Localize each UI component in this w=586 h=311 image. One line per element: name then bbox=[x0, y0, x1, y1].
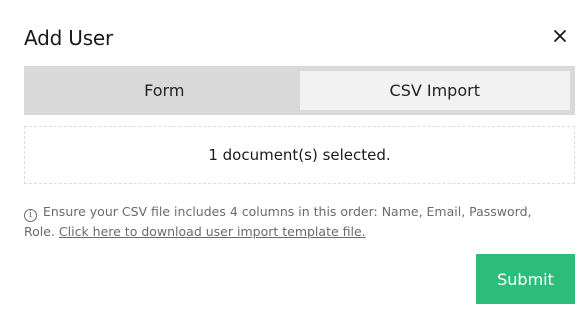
info-icon: i bbox=[24, 209, 37, 222]
download-template-link[interactable]: Click here to download user import templ… bbox=[59, 224, 366, 239]
file-dropzone[interactable]: 1 document(s) selected. bbox=[24, 126, 575, 184]
tab-bar: Form CSV Import bbox=[24, 66, 575, 115]
close-button[interactable] bbox=[546, 22, 574, 52]
submit-button[interactable]: Submit bbox=[476, 254, 575, 304]
add-user-dialog: Add User Form CSV Import 1 document(s) s… bbox=[8, 8, 586, 311]
csv-format-note: i Ensure your CSV file includes 4 column… bbox=[24, 202, 564, 241]
dialog-header: Add User bbox=[24, 18, 574, 58]
dialog-title: Add User bbox=[24, 26, 114, 50]
tab-csv-import[interactable]: CSV Import bbox=[299, 71, 570, 110]
close-icon bbox=[553, 28, 567, 47]
tab-form[interactable]: Form bbox=[29, 71, 300, 110]
dropzone-status-text: 1 document(s) selected. bbox=[208, 146, 391, 164]
